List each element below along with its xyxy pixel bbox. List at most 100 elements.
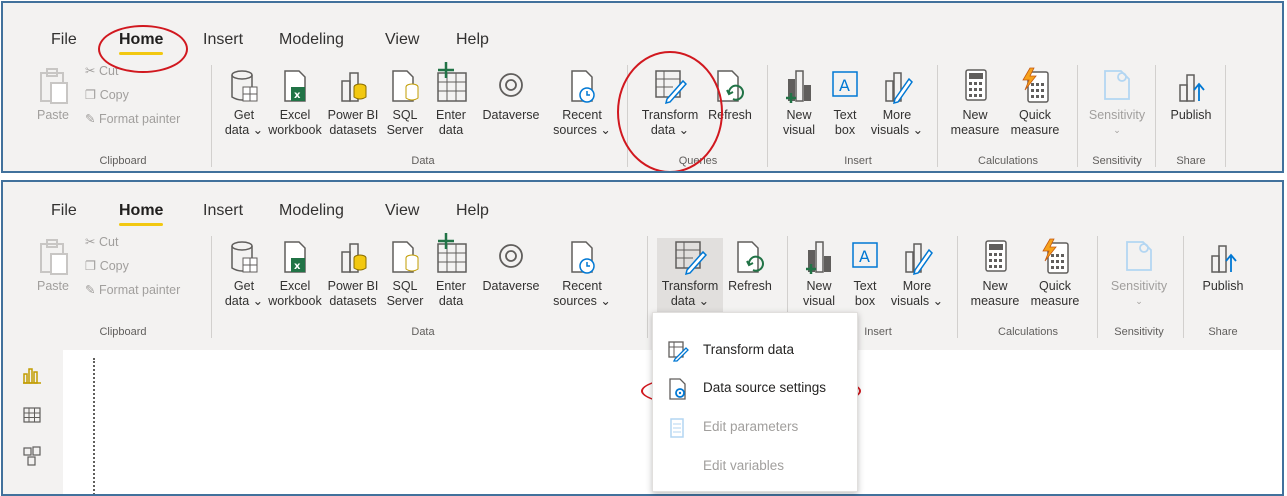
paste-label: Paste	[37, 108, 69, 122]
powerbi-label-2: datasets	[329, 123, 377, 137]
get-data-button[interactable]: Get data ⌄	[223, 67, 265, 138]
recent-label-1: Recent	[562, 279, 602, 293]
cut-label: Cut	[98, 64, 119, 78]
separator	[957, 236, 958, 338]
separator	[1225, 65, 1226, 167]
separator	[647, 236, 648, 338]
dropdown-item-label: Edit variables	[703, 458, 785, 473]
format-painter-label: Format painter	[98, 112, 181, 126]
sensitivity-group-label: Sensitivity	[1114, 326, 1164, 338]
refresh-button[interactable]: Refresh	[703, 67, 757, 123]
new-visual-label-2: visual	[783, 123, 815, 137]
menu-bar: File Home Insert Modeling View Help	[3, 31, 1282, 57]
publish-button[interactable]: Publish	[1195, 238, 1251, 294]
report-canvas[interactable]	[3, 350, 1282, 494]
quick-measure-button[interactable]: Quick measure	[1005, 67, 1065, 138]
paste-button[interactable]: Paste	[33, 67, 73, 123]
report-view-icon[interactable]	[23, 366, 43, 384]
menu-view[interactable]: View	[385, 202, 419, 220]
scissors-icon: ✂	[85, 235, 96, 249]
new-visual-label-1: New	[786, 108, 812, 122]
copy-button[interactable]: ❐ Copy	[85, 87, 129, 102]
more-visuals-icon	[885, 72, 913, 105]
powerbi-label-2: datasets	[329, 294, 377, 308]
format-painter-button[interactable]: ✎ Format painter	[85, 111, 180, 126]
text-box-label-1: Text	[833, 108, 857, 122]
dataverse-button[interactable]: Dataverse	[473, 67, 549, 123]
dropdown-item-edit-parameters[interactable]: Edit parameters	[653, 414, 857, 442]
enter-data-button[interactable]: Enter data	[429, 232, 473, 309]
new-visual-button[interactable]: New visual	[775, 67, 823, 138]
powerbi-label-1: Power BI	[327, 108, 379, 122]
menu-view[interactable]: View	[385, 31, 419, 49]
quick-measure-button[interactable]: Quick measure	[1025, 238, 1085, 309]
dropdown-item-data-source-settings[interactable]: Data source settings	[653, 375, 857, 403]
sensitivity-button[interactable]: Sensitivity ⌄	[1107, 238, 1171, 309]
quick-measure-label-2: measure	[1030, 294, 1080, 308]
dataverse-button[interactable]: Dataverse	[473, 238, 549, 294]
transform-data-button[interactable]: Transform data ⌄	[637, 67, 703, 138]
powerbi-datasets-button[interactable]: Power BI datasets	[323, 67, 383, 138]
dropdown-item-edit-variables[interactable]: Edit variables	[653, 453, 857, 481]
transform-icon	[668, 341, 689, 362]
transform-label-2: data ⌄	[670, 294, 710, 308]
menu-home[interactable]: Home	[119, 202, 164, 226]
excel-icon: x	[284, 70, 306, 102]
powerbi-datasets-button[interactable]: Power BI datasets	[323, 238, 383, 309]
new-measure-label-1: New	[982, 279, 1008, 293]
more-visuals-label-2: visuals ⌄	[890, 294, 944, 308]
menu-modeling[interactable]: Modeling	[279, 202, 344, 220]
recent-sources-button[interactable]: Recent sources ⌄	[551, 238, 613, 309]
more-visuals-button[interactable]: More visuals ⌄	[887, 238, 947, 309]
new-measure-button[interactable]: New measure	[947, 67, 1003, 138]
new-measure-button[interactable]: New measure	[967, 238, 1023, 309]
dropdown-item-transform-data[interactable]: Transform data	[653, 337, 857, 365]
table-view-icon[interactable]	[23, 406, 43, 424]
format-painter-button[interactable]: ✎ Format painter	[85, 282, 180, 297]
new-measure-label-1: New	[962, 108, 988, 122]
sql-icon	[392, 241, 419, 273]
excel-workbook-button[interactable]: x Excel workbook	[267, 67, 323, 138]
get-data-label-1: Get	[233, 108, 255, 122]
dataset-icon	[341, 243, 367, 273]
transform-data-button[interactable]: Transform data ⌄	[657, 238, 723, 322]
copy-button[interactable]: ❐ Copy	[85, 258, 129, 273]
copy-icon: ❐	[85, 259, 97, 273]
menu-help[interactable]: Help	[456, 202, 489, 220]
new-visual-button[interactable]: New visual	[795, 238, 843, 309]
menu-file[interactable]: File	[51, 31, 77, 49]
separator	[627, 65, 628, 167]
text-box-button[interactable]: A Text box	[845, 238, 885, 309]
sensitivity-button[interactable]: Sensitivity ⌄	[1085, 67, 1149, 138]
get-data-button[interactable]: Get data ⌄	[223, 238, 265, 309]
paste-button[interactable]: Paste	[33, 238, 73, 294]
menu-insert[interactable]: Insert	[203, 202, 243, 220]
refresh-button[interactable]: Refresh	[723, 238, 777, 294]
recent-label-1: Recent	[562, 108, 602, 122]
share-group-label: Share	[1208, 326, 1238, 338]
menu-file[interactable]: File	[51, 202, 77, 220]
enter-data-button[interactable]: Enter data	[429, 61, 473, 138]
cut-button[interactable]: ✂ Cut	[85, 234, 118, 249]
menu-modeling[interactable]: Modeling	[279, 31, 344, 49]
sql-server-button[interactable]: SQL Server	[383, 238, 427, 309]
excel-workbook-button[interactable]: x Excel workbook	[267, 238, 323, 309]
menu-help[interactable]: Help	[456, 31, 489, 49]
data-source-settings-icon	[669, 378, 686, 400]
publish-button[interactable]: Publish	[1163, 67, 1219, 123]
menu-insert[interactable]: Insert	[203, 31, 243, 49]
cut-button[interactable]: ✂ Cut	[85, 63, 118, 78]
text-box-label-2: box	[834, 123, 856, 137]
share-group-label: Share	[1176, 155, 1206, 167]
sql-server-button[interactable]: SQL Server	[383, 67, 427, 138]
recent-sources-button[interactable]: Recent sources ⌄	[551, 67, 613, 138]
menu-home[interactable]: Home	[119, 31, 164, 55]
more-visuals-button[interactable]: More visuals ⌄	[867, 67, 927, 138]
sql-label-1: SQL	[392, 108, 418, 122]
ribbon-screenshot-bottom: File Home Insert Modeling View Help Past…	[1, 180, 1284, 496]
model-view-icon[interactable]	[23, 446, 43, 466]
bar-chart-icon	[806, 241, 831, 274]
more-visuals-label-1: More	[882, 108, 912, 122]
recent-label-2: sources ⌄	[553, 294, 611, 308]
text-box-button[interactable]: A Text box	[825, 67, 865, 138]
